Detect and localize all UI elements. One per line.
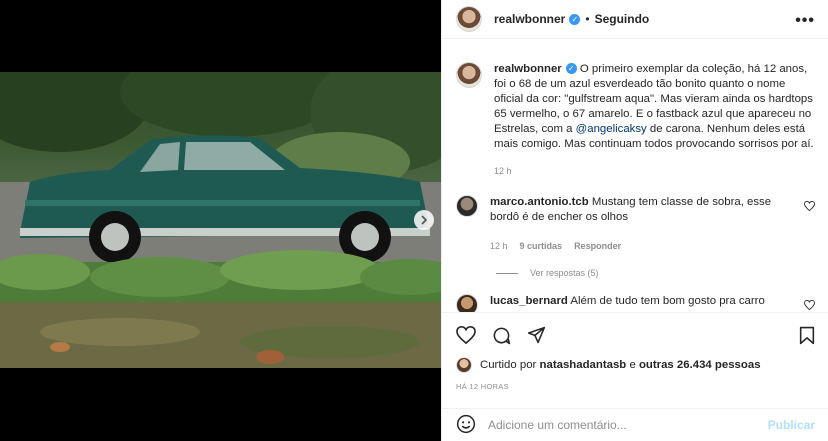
replies-line [496, 272, 518, 274]
comment-input[interactable]: Adicione um comentário... [488, 418, 768, 432]
verified-badge-icon: ✓ [565, 63, 577, 75]
comment-item: lucas_bernard Além de tudo tem bom gosto… [456, 294, 815, 312]
likes-prefix: Curtido por [480, 359, 537, 371]
caption-body: realwbonner ✓ O primeiro exemplar da cole… [494, 62, 815, 179]
mustang-photo [0, 72, 441, 368]
emoji-icon[interactable] [456, 414, 476, 437]
comment-avatar[interactable] [456, 294, 478, 312]
post-media [0, 0, 441, 441]
share-icon[interactable] [527, 326, 546, 344]
comment-author[interactable]: lucas_bernard [490, 295, 568, 307]
comment-item: marco.antonio.tcb Mustang tem classe de … [456, 195, 815, 254]
more-options-icon[interactable]: ••• [795, 12, 815, 30]
caption: realwbonner ✓ O primeiro exemplar da cole… [456, 40, 815, 179]
carousel-next-button[interactable] [414, 210, 434, 230]
post-actions: Curtido por natashadantasb e outras 26.4… [442, 312, 828, 391]
comment-body: marco.antonio.tcb Mustang tem classe de … [490, 195, 790, 254]
post-side-panel: realwbonner ✓ • Seguindo ••• realwbonner… [441, 0, 828, 441]
comments-section[interactable]: realwbonner ✓ O primeiro exemplar da cole… [442, 40, 828, 312]
comment-author[interactable]: marco.antonio.tcb [490, 196, 589, 208]
comment-avatar[interactable] [456, 195, 478, 217]
caption-avatar[interactable] [456, 62, 482, 88]
action-row [456, 323, 815, 347]
bookmark-icon[interactable] [799, 326, 815, 345]
likes-summary: Curtido por natashadantasb e outras 26.4… [456, 357, 815, 373]
author-avatar[interactable] [456, 6, 482, 32]
likes-middle: e [629, 359, 636, 371]
following-button[interactable]: Seguindo [595, 12, 650, 26]
post-header: realwbonner ✓ • Seguindo ••• [442, 0, 828, 39]
liker-avatar[interactable] [456, 357, 472, 373]
like-comment-heart-icon[interactable] [804, 198, 815, 214]
caption-author[interactable]: realwbonner [494, 63, 562, 75]
separator-dot: • [585, 12, 590, 26]
liker-username[interactable]: natashadantasb [540, 359, 627, 371]
post-timestamp[interactable]: HÁ 12 HORAS [456, 382, 815, 391]
comment-text: Além de tudo tem bom gosto pra carro [570, 295, 765, 307]
view-replies-button[interactable]: Ver respostas (5) [496, 268, 815, 278]
author-username[interactable]: realwbonner [494, 12, 565, 26]
verified-badge-icon: ✓ [569, 13, 581, 25]
caption-mention[interactable]: @angelicaksy [576, 123, 647, 135]
like-comment-heart-icon[interactable] [804, 297, 815, 312]
post-photo[interactable] [0, 72, 441, 368]
comment-likes[interactable]: 9 curtidas [520, 239, 563, 254]
comment-body: lucas_bernard Além de tudo tem bom gosto… [490, 294, 790, 312]
publish-button[interactable]: Publicar [768, 418, 815, 432]
comment-meta: 12 h 9 curtidas Responder [490, 239, 790, 254]
heart-icon[interactable] [456, 326, 476, 344]
chevron-right-icon [421, 215, 428, 225]
add-comment-bar: Adicione um comentário... Publicar [442, 408, 828, 441]
comment-icon[interactable] [492, 326, 511, 345]
likes-others[interactable]: outras 26.434 pessoas [639, 359, 761, 371]
comment-time[interactable]: 12 h [490, 239, 508, 254]
reply-button[interactable]: Responder [574, 239, 621, 254]
view-replies-label: Ver respostas (5) [530, 268, 599, 278]
caption-time[interactable]: 12 h [494, 164, 815, 179]
